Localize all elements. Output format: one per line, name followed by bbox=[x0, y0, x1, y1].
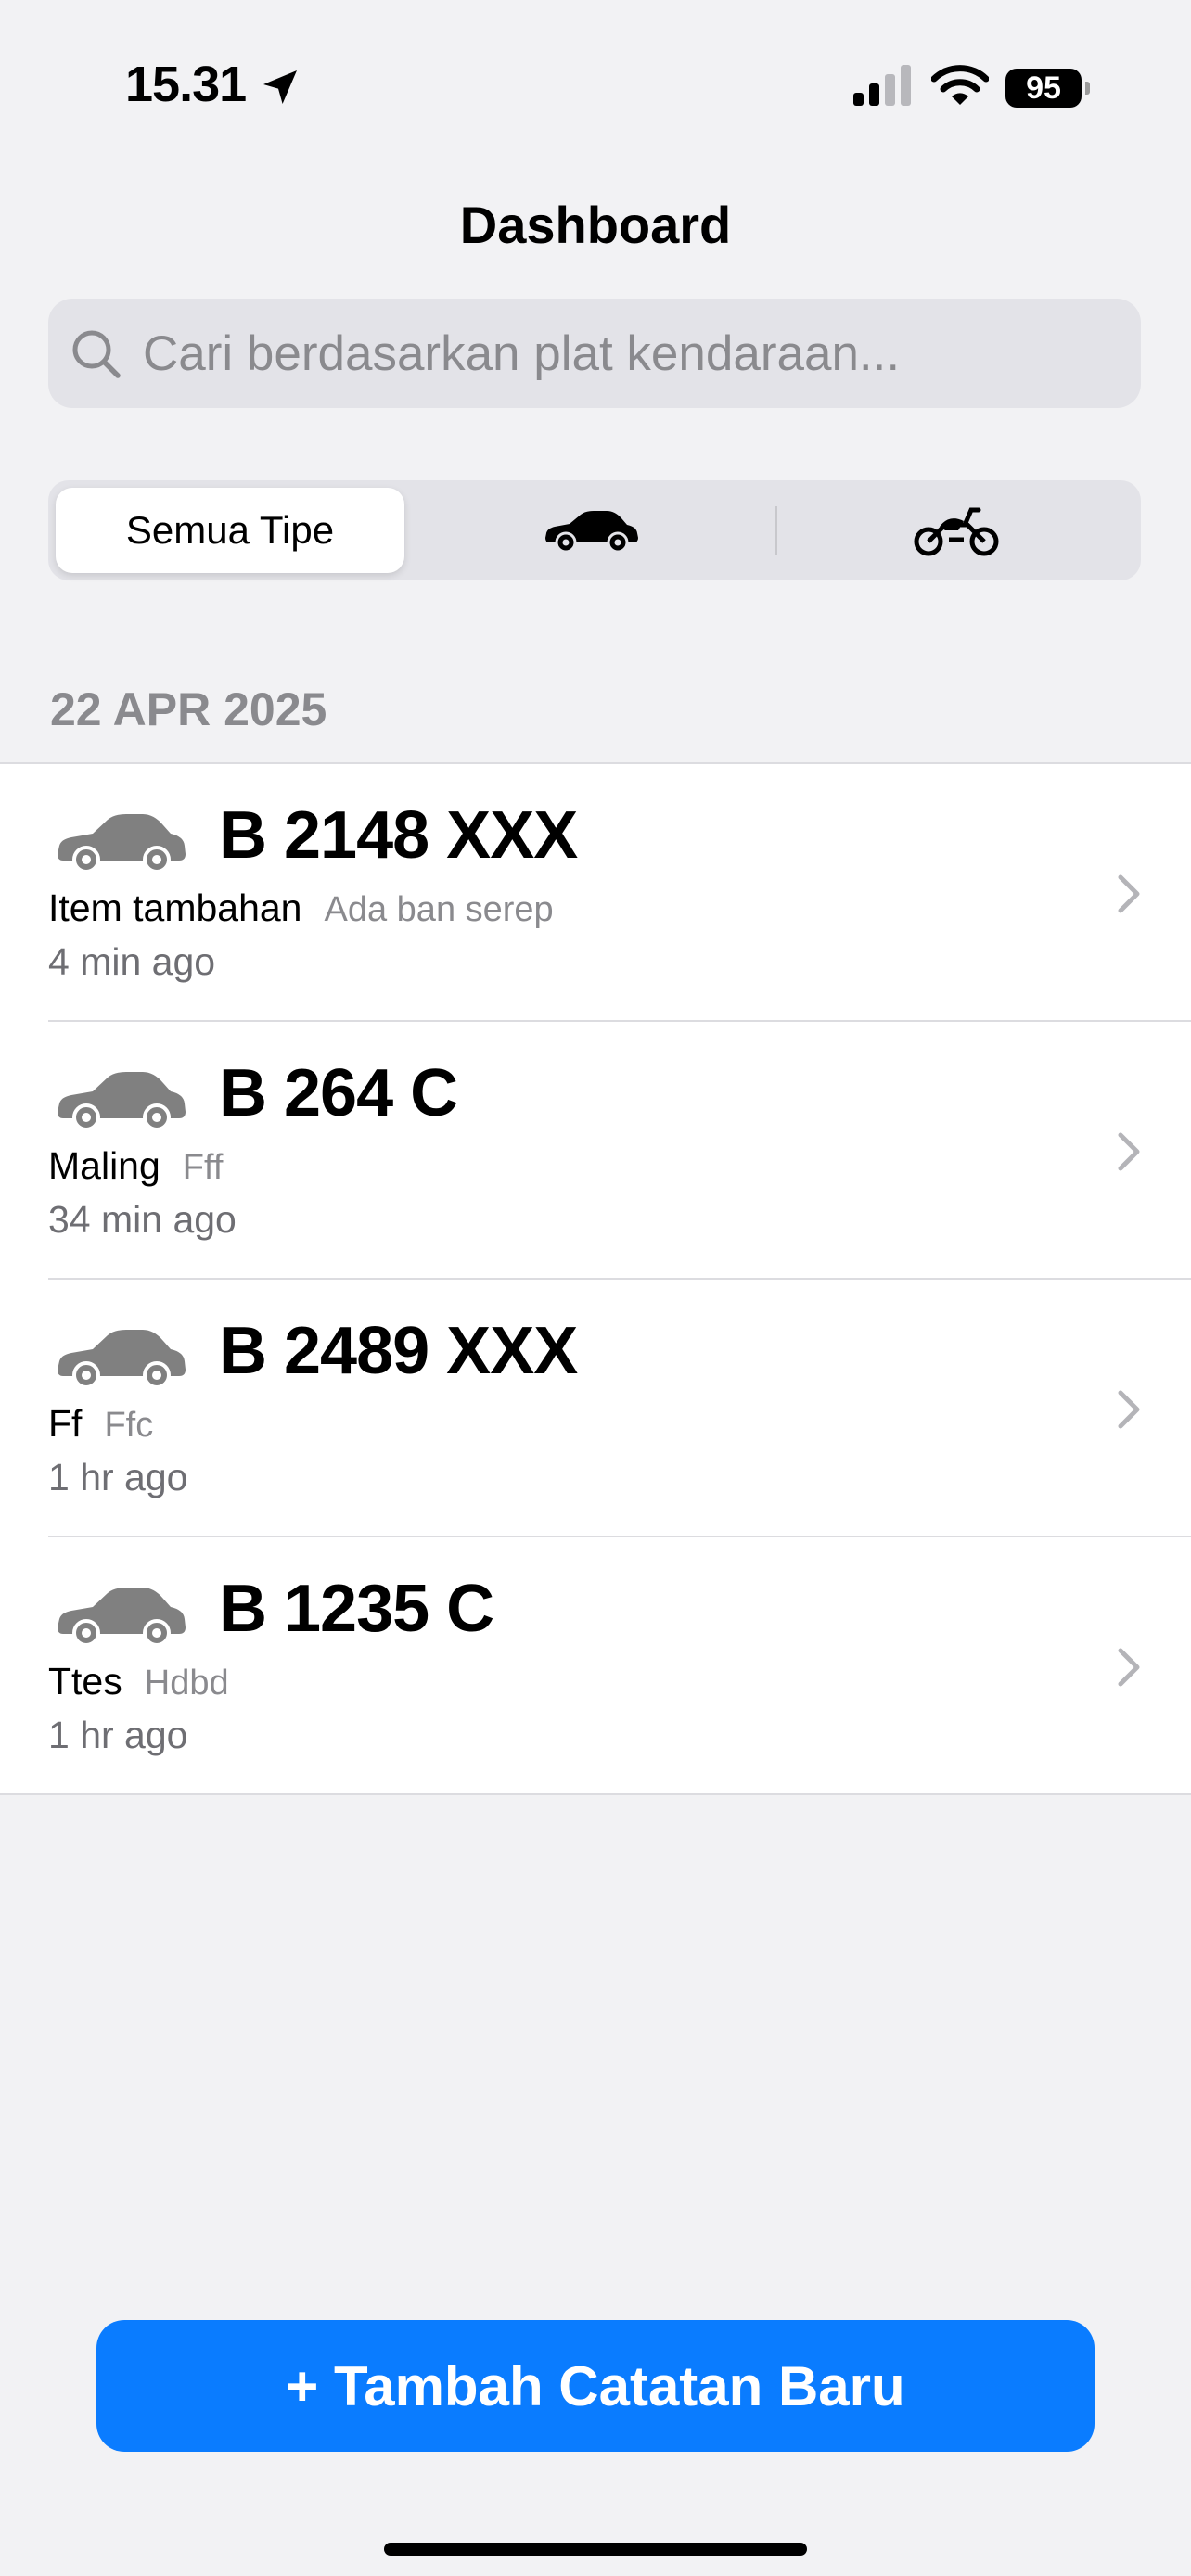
record-timestamp: 1 hr ago bbox=[48, 1456, 188, 1498]
record-note: Ffc bbox=[104, 1406, 154, 1445]
record-title: Ff bbox=[48, 1402, 83, 1445]
chevron-right-icon bbox=[1118, 1648, 1140, 1687]
magnifying-glass-icon bbox=[72, 330, 121, 378]
car-icon bbox=[58, 814, 186, 874]
page-title: Dashboard bbox=[459, 196, 732, 254]
filter-motorcycle-segment[interactable] bbox=[779, 488, 1133, 573]
record-title: Item tambahan bbox=[48, 886, 302, 929]
car-icon bbox=[58, 1330, 186, 1389]
vehicle-type-filter: Semua Tipe bbox=[48, 480, 1141, 580]
segment-divider bbox=[775, 506, 777, 555]
record-note: Hdbd bbox=[144, 1664, 229, 1702]
records-list: B 2148 XXX Item tambahan Ada ban serep 4 … bbox=[0, 762, 1191, 1795]
chevron-right-icon bbox=[1118, 1390, 1140, 1429]
list-item[interactable]: B 2489 XXX Ff Ffc 1 hr ago bbox=[48, 1280, 1191, 1537]
filter-all-types-label: Semua Tipe bbox=[125, 508, 335, 552]
record-note: Fff bbox=[182, 1148, 224, 1187]
record-details: Ttes Hdbd bbox=[48, 1660, 229, 1703]
battery-level: 95 bbox=[1026, 70, 1061, 106]
search-input[interactable] bbox=[143, 299, 1126, 408]
chevron-right-icon bbox=[1118, 874, 1140, 913]
section-date-header: 22 APR 2025 bbox=[50, 683, 327, 735]
cellular-signal-icon bbox=[853, 65, 911, 106]
car-icon bbox=[545, 511, 638, 554]
list-item[interactable]: B 1235 C Ttes Hdbd 1 hr ago bbox=[48, 1537, 1191, 1793]
license-plate: B 1235 C bbox=[219, 1572, 494, 1646]
dashboard-screen: 15.31 95 Dashboard Semua Ti bbox=[0, 0, 1191, 2576]
record-timestamp: 34 min ago bbox=[48, 1198, 237, 1241]
battery-cap bbox=[1085, 82, 1090, 95]
list-item[interactable]: B 2148 XXX Item tambahan Ada ban serep 4 … bbox=[48, 764, 1191, 1022]
record-details: Maling Fff bbox=[48, 1144, 223, 1188]
license-plate: B 2148 XXX bbox=[219, 798, 578, 873]
record-title: Maling bbox=[48, 1144, 160, 1187]
record-title: Ttes bbox=[48, 1660, 122, 1702]
car-icon bbox=[58, 1588, 186, 1647]
motorcycle-icon bbox=[914, 507, 999, 556]
search-bar[interactable] bbox=[48, 299, 1141, 408]
license-plate: B 264 C bbox=[219, 1056, 458, 1130]
record-details: Item tambahan Ada ban serep bbox=[48, 886, 554, 930]
status-time: 15.31 bbox=[125, 57, 247, 112]
status-bar: 15.31 95 bbox=[0, 0, 1191, 139]
location-arrow-icon bbox=[263, 70, 297, 104]
list-item[interactable]: B 264 C Maling Fff 34 min ago bbox=[48, 1022, 1191, 1280]
record-timestamp: 4 min ago bbox=[48, 940, 216, 983]
battery-icon: 95 bbox=[1005, 69, 1082, 108]
add-new-record-button[interactable]: + Tambah Catatan Baru bbox=[96, 2320, 1095, 2452]
home-indicator[interactable] bbox=[384, 2543, 807, 2556]
car-icon bbox=[58, 1072, 186, 1131]
record-note: Ada ban serep bbox=[324, 890, 554, 929]
license-plate: B 2489 XXX bbox=[219, 1314, 578, 1388]
record-details: Ff Ffc bbox=[48, 1402, 153, 1446]
filter-all-types-segment[interactable]: Semua Tipe bbox=[56, 488, 404, 573]
chevron-right-icon bbox=[1118, 1132, 1140, 1171]
filter-car-segment[interactable] bbox=[412, 488, 772, 573]
wifi-icon bbox=[931, 65, 989, 105]
record-timestamp: 1 hr ago bbox=[48, 1714, 188, 1756]
